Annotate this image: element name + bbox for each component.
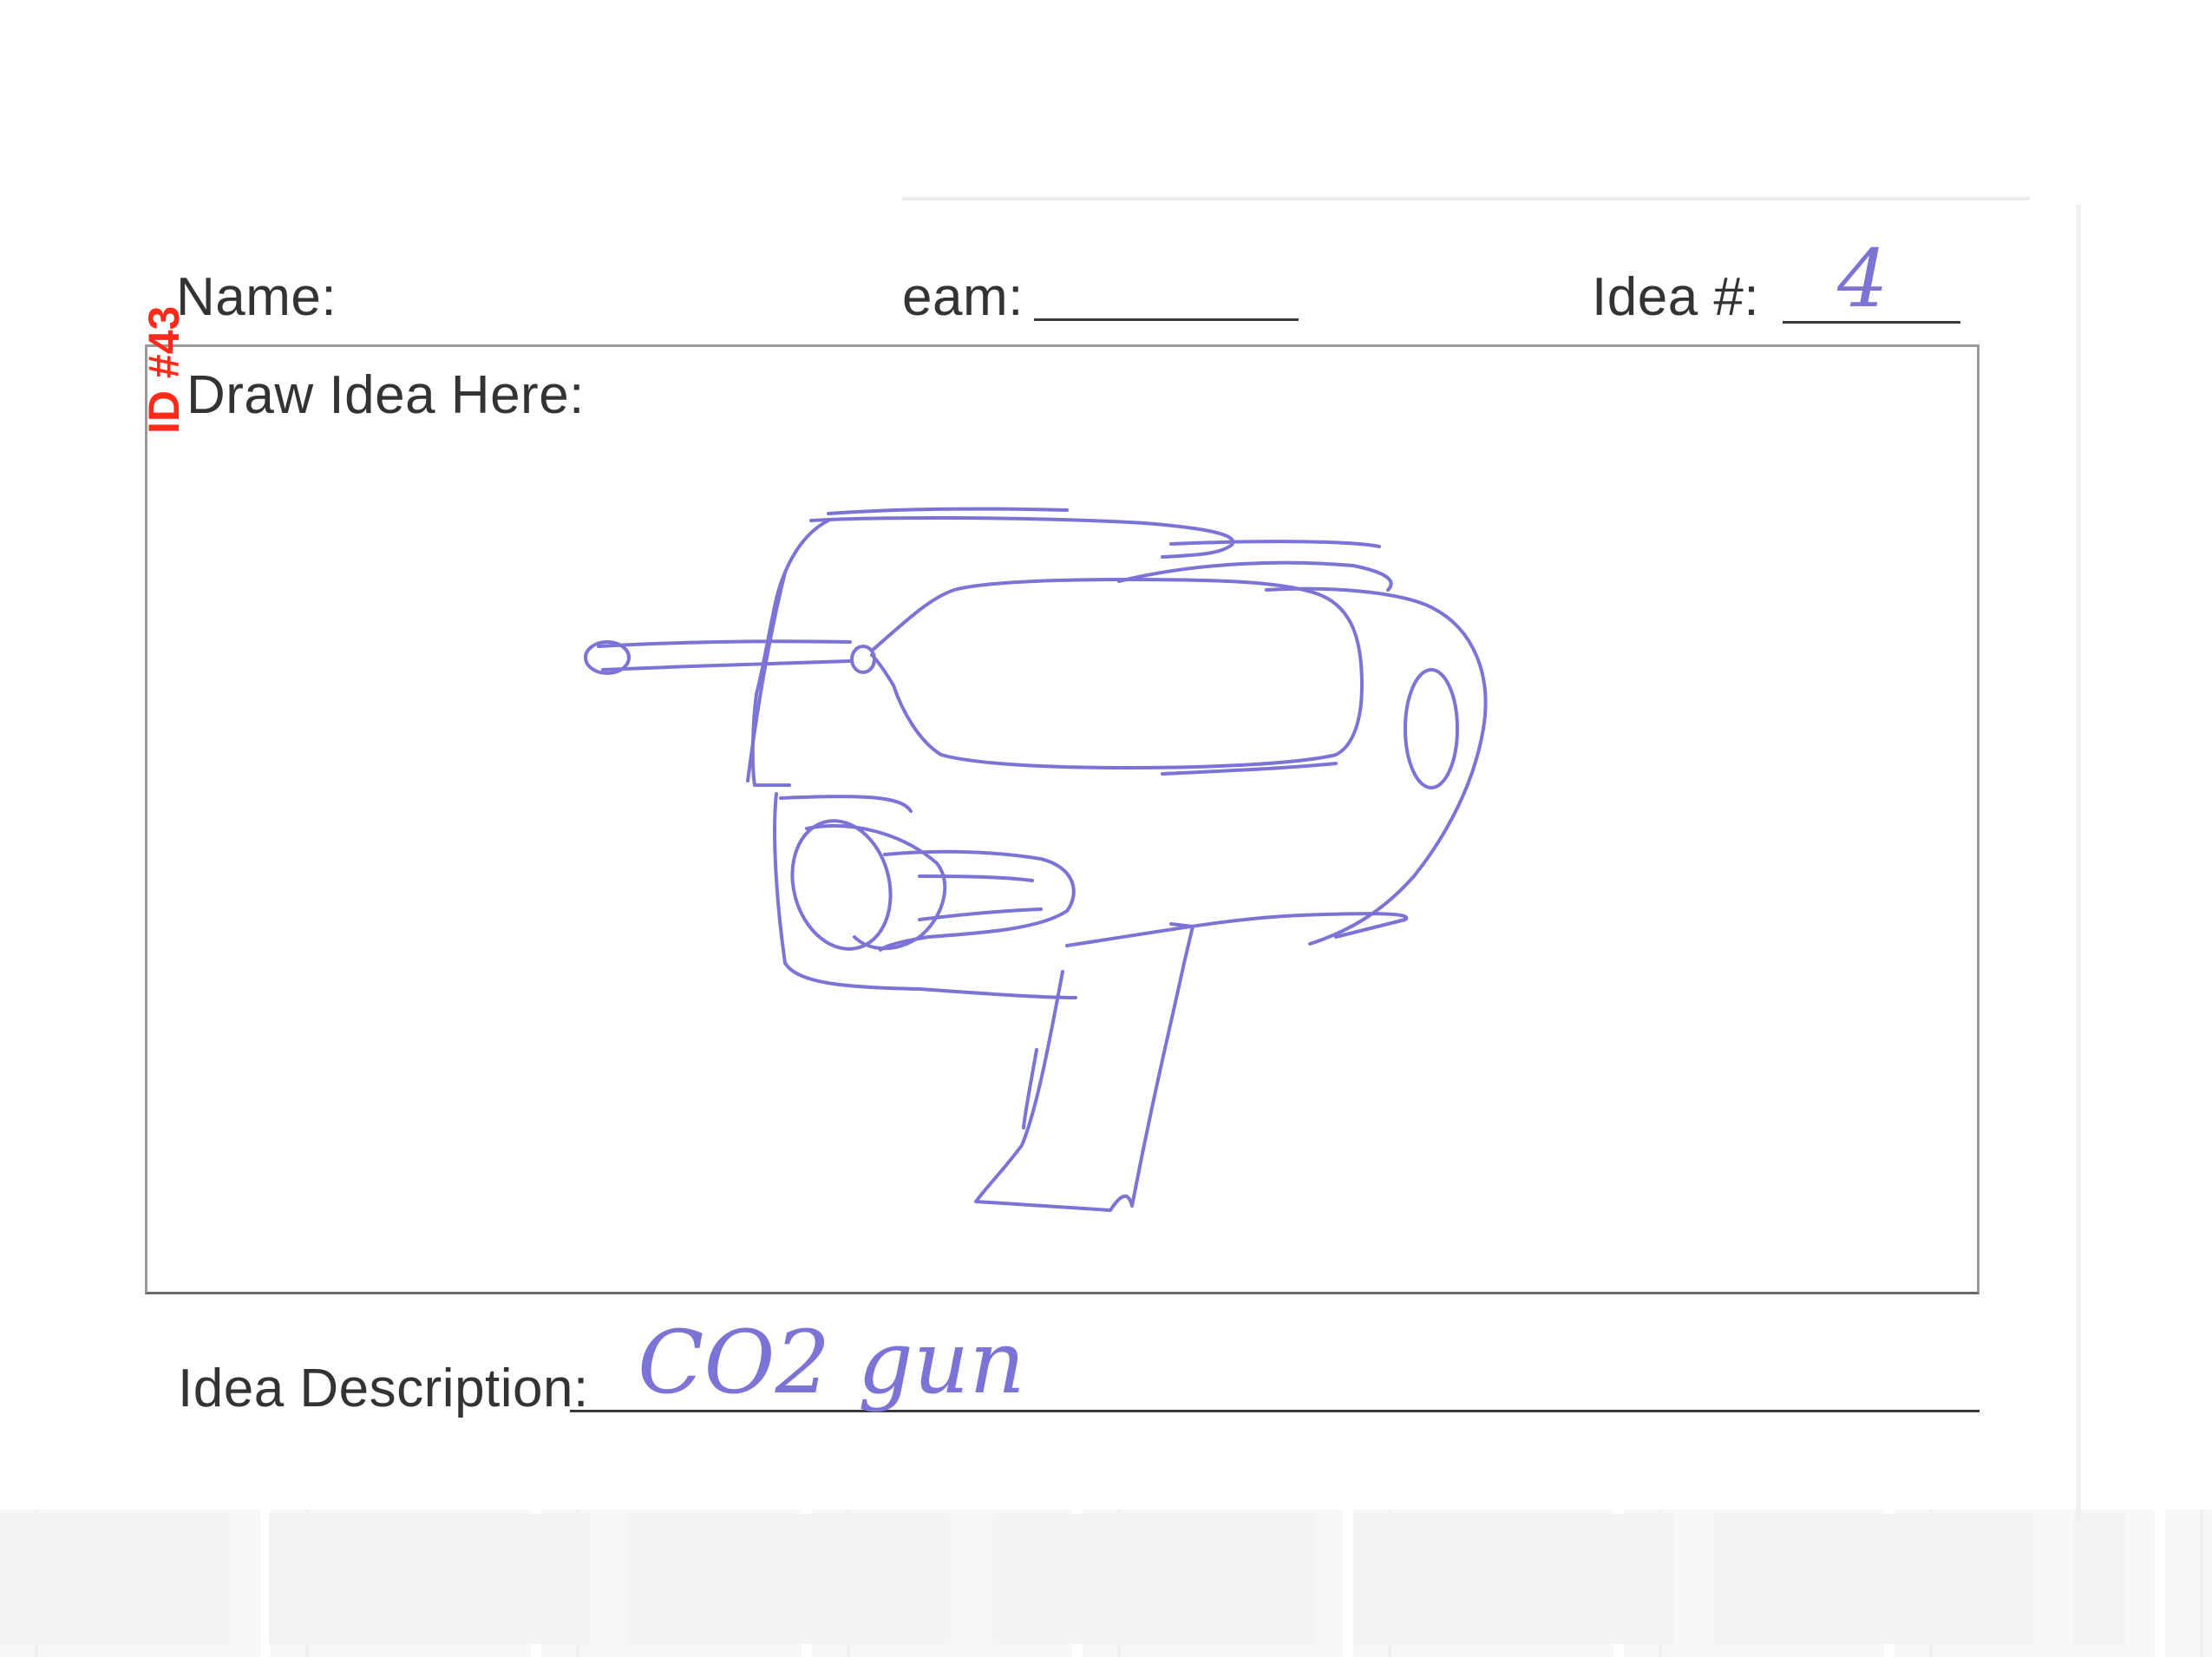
idea-description-label: Idea Description: <box>178 1359 589 1418</box>
id-stamp: ID #43 <box>140 305 188 434</box>
idea-description-value: CO2 gun <box>638 1312 1025 1413</box>
